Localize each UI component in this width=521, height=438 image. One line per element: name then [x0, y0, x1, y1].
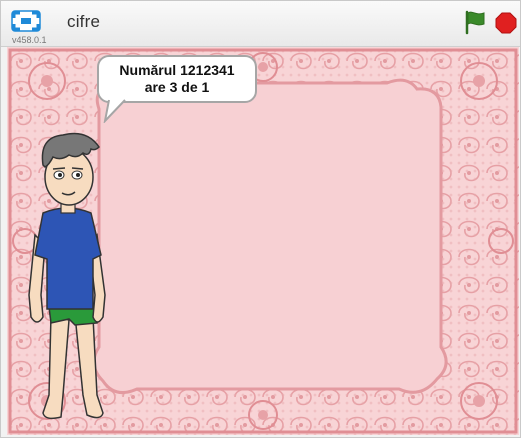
scratch-player-window: cifre v458.0.1 Numărul 1212341 are 3 de … [0, 0, 521, 438]
green-flag-button[interactable] [462, 9, 488, 35]
speech-bubble-line-2: are 3 de 1 [144, 79, 210, 95]
boy-sprite[interactable] [17, 95, 117, 425]
speech-bubble: Numărul 1212341 are 3 de 1 [97, 55, 257, 103]
version-label: v458.0.1 [12, 35, 47, 45]
stop-button[interactable] [495, 12, 517, 34]
speech-bubble-line-1: Numărul 1212341 [119, 62, 235, 78]
stop-sign-icon [495, 12, 517, 34]
project-title: cifre [67, 12, 101, 31]
title-bar: cifre v458.0.1 [1, 1, 520, 47]
fullscreen-button[interactable] [11, 10, 41, 32]
fullscreen-icon [11, 10, 41, 32]
green-flag-icon [465, 10, 485, 35]
stage[interactable]: Numărul 1212341 are 3 de 1 [7, 47, 519, 435]
